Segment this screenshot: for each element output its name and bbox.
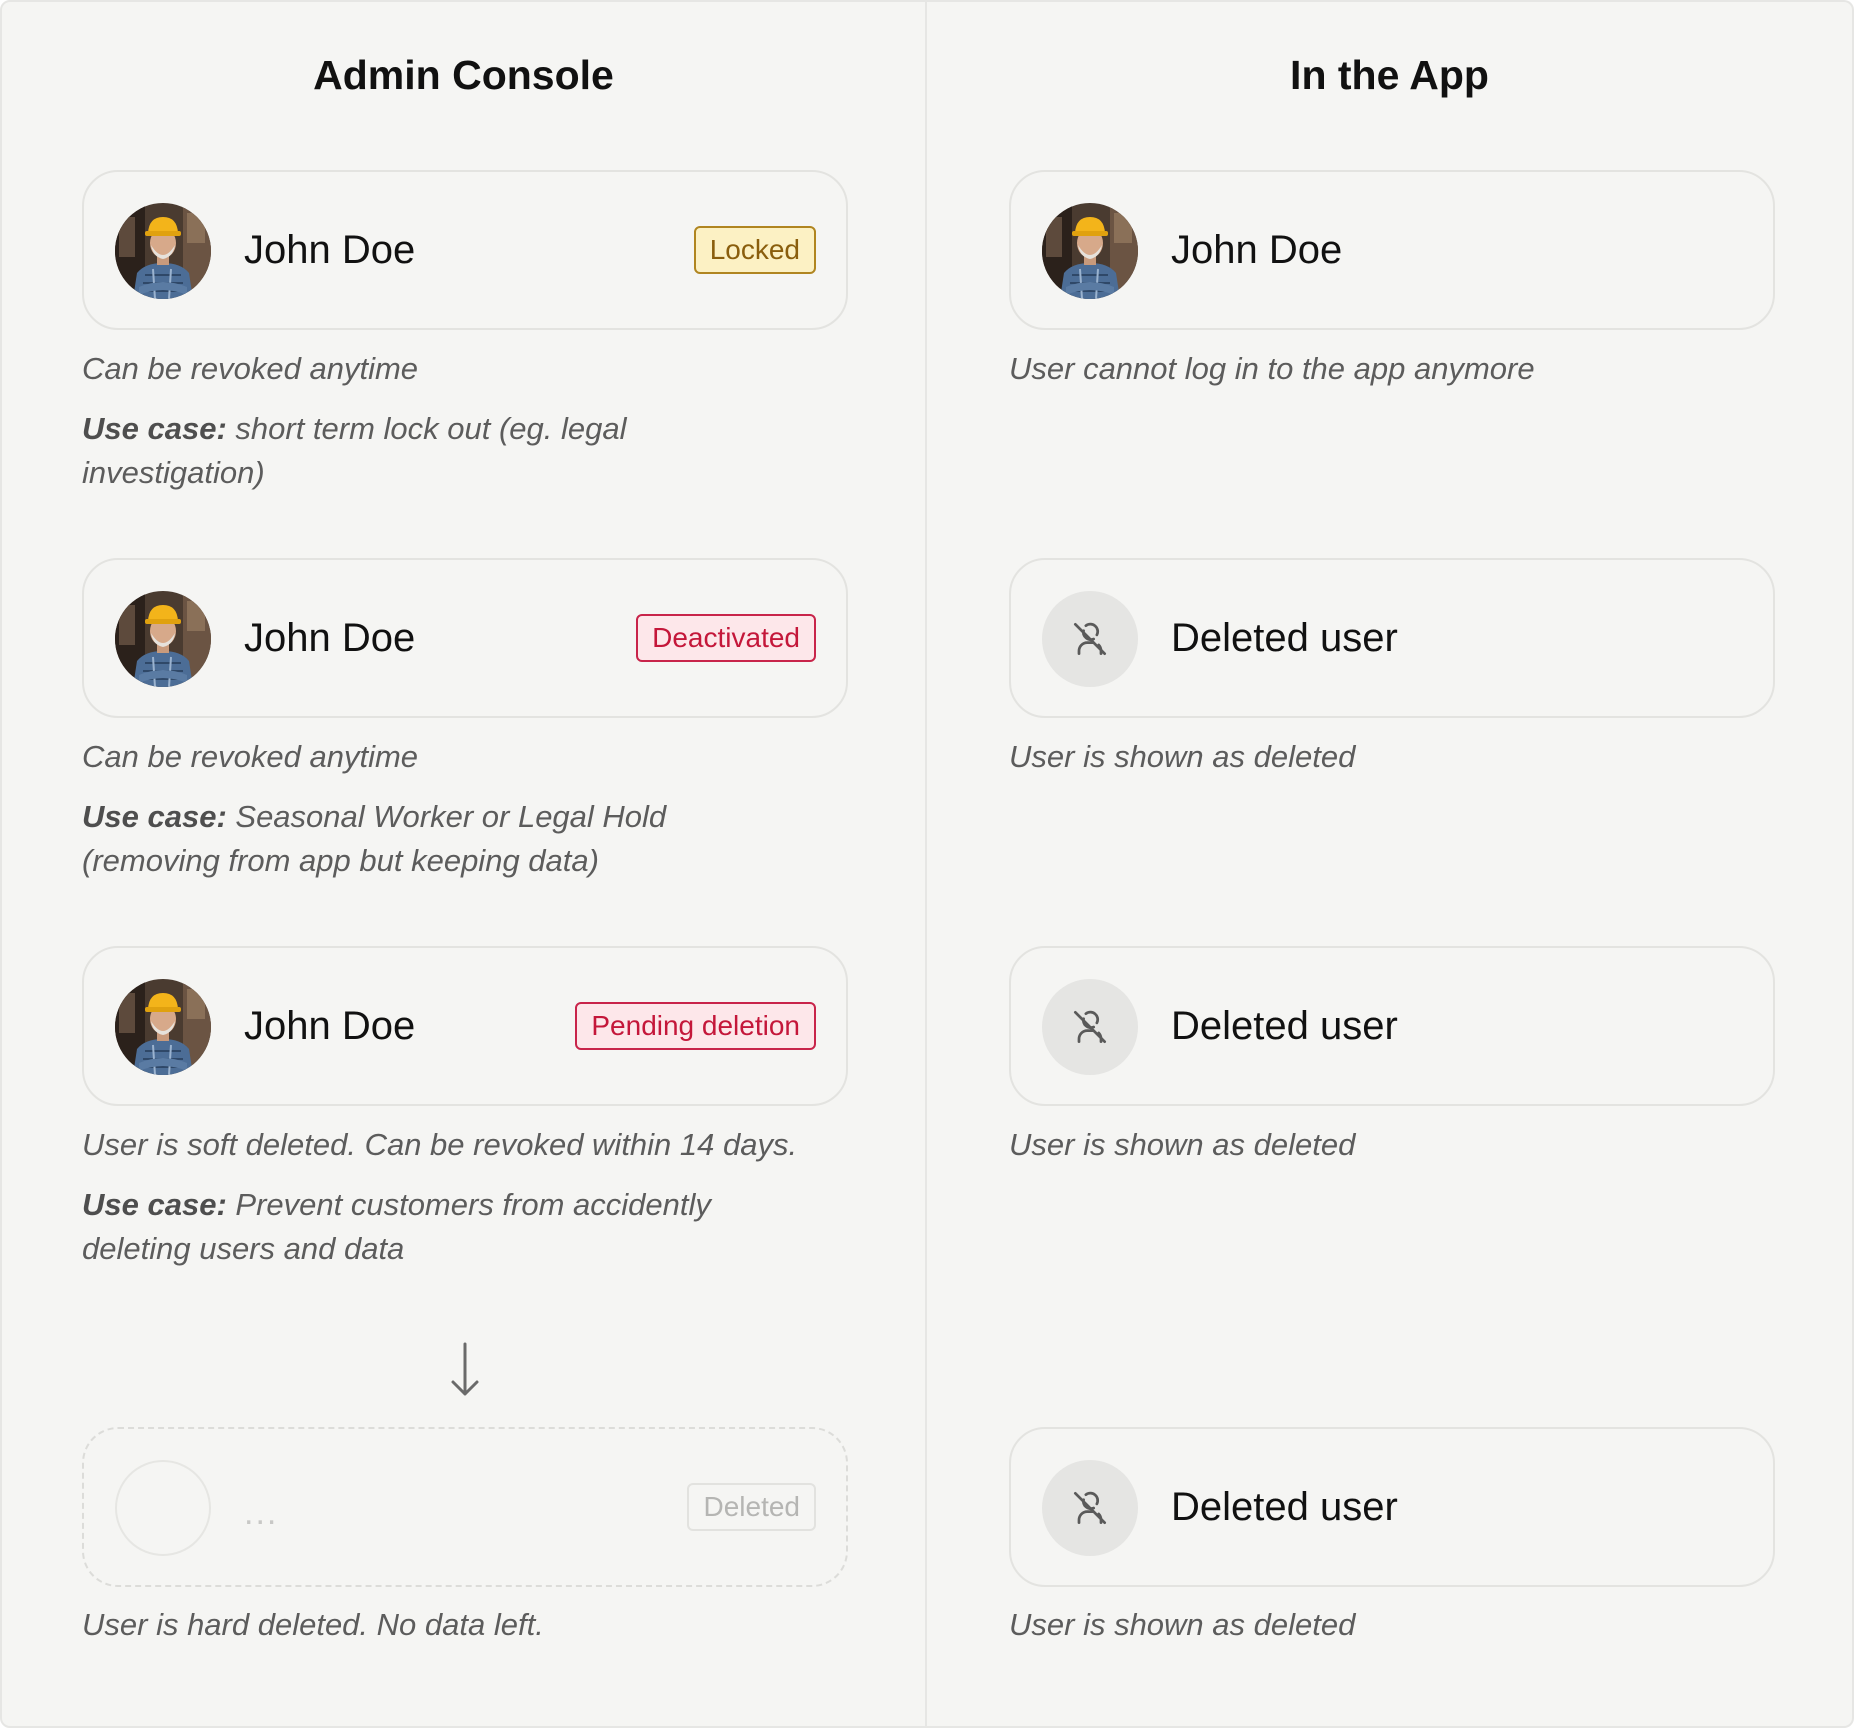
user-name: John Doe (1171, 228, 1343, 272)
status-badge-pending-deletion: Pending deletion (575, 1002, 816, 1050)
app-note-2: User is shown as deleted (1009, 739, 1356, 774)
arrow-down-icon (448, 1342, 482, 1403)
status-badge-deleted: Deleted (687, 1483, 816, 1531)
user-name: John Doe (244, 616, 416, 660)
app-user-card-deleted-3[interactable]: Deleted user (1009, 1427, 1775, 1587)
avatar (115, 591, 211, 687)
app-user-card-deleted-2[interactable]: Deleted user (1009, 946, 1775, 1106)
app-note-1: User cannot log in to the app anymore (1009, 351, 1535, 386)
user-off-icon (1042, 591, 1138, 687)
avatar (115, 203, 211, 299)
app-user-card-deleted-1[interactable]: Deleted user (1009, 558, 1775, 718)
use-case-label: Use case: (82, 799, 227, 834)
status-badge-deactivated: Deactivated (636, 614, 816, 662)
user-name: John Doe (244, 1004, 416, 1048)
use-case: Use case: Prevent customers from acciden… (82, 1183, 802, 1271)
user-name: Deleted user (1171, 1004, 1398, 1048)
admin-user-card-locked[interactable]: John Doe Locked (82, 170, 848, 330)
user-name: John Doe (244, 228, 416, 272)
admin-user-card-deleted: ... Deleted (82, 1427, 848, 1587)
user-off-icon (1042, 1460, 1138, 1556)
admin-note-deactivated: Can be revoked anytime Use case: Seasona… (82, 735, 802, 883)
avatar (115, 979, 211, 1075)
user-name: Deleted user (1171, 616, 1398, 660)
app-note-3: User is shown as deleted (1009, 1127, 1356, 1162)
admin-note-pending-deletion: User is soft deleted. Can be revoked wit… (82, 1123, 802, 1271)
admin-console-title: Admin Console (313, 52, 614, 98)
note-text: Can be revoked anytime (82, 739, 419, 774)
admin-note-deleted: User is hard deleted. No data left. (82, 1603, 802, 1647)
user-name: Deleted user (1171, 1485, 1398, 1529)
admin-note-locked: Can be revoked anytime Use case: short t… (82, 347, 802, 495)
in-the-app-title: In the App (1290, 52, 1489, 98)
note-text: User is hard deleted. No data left. (82, 1607, 544, 1642)
admin-user-card-deactivated[interactable]: John Doe Deactivated (82, 558, 848, 718)
admin-user-card-pending-deletion[interactable]: John Doe Pending deletion (82, 946, 848, 1106)
avatar-placeholder (115, 1460, 211, 1556)
use-case: Use case: short term lock out (eg. legal… (82, 407, 802, 495)
note-text: Can be revoked anytime (82, 351, 419, 386)
status-badge-locked: Locked (693, 226, 816, 274)
use-case: Use case: Seasonal Worker or Legal Hold … (82, 795, 802, 883)
avatar (1042, 203, 1138, 299)
use-case-label: Use case: (82, 411, 227, 446)
app-user-card-active[interactable]: John Doe (1009, 170, 1775, 330)
note-text: User is soft deleted. Can be revoked wit… (82, 1127, 798, 1162)
user-off-icon (1042, 979, 1138, 1075)
user-name-placeholder: ... (244, 1494, 279, 1532)
app-note-4: User is shown as deleted (1009, 1607, 1356, 1642)
in-the-app-panel: In the App John Doe User cannot log in t… (927, 0, 1854, 1728)
use-case-label: Use case: (82, 1187, 227, 1222)
admin-console-panel: Admin Console John Doe Locked Can be rev… (0, 0, 927, 1728)
